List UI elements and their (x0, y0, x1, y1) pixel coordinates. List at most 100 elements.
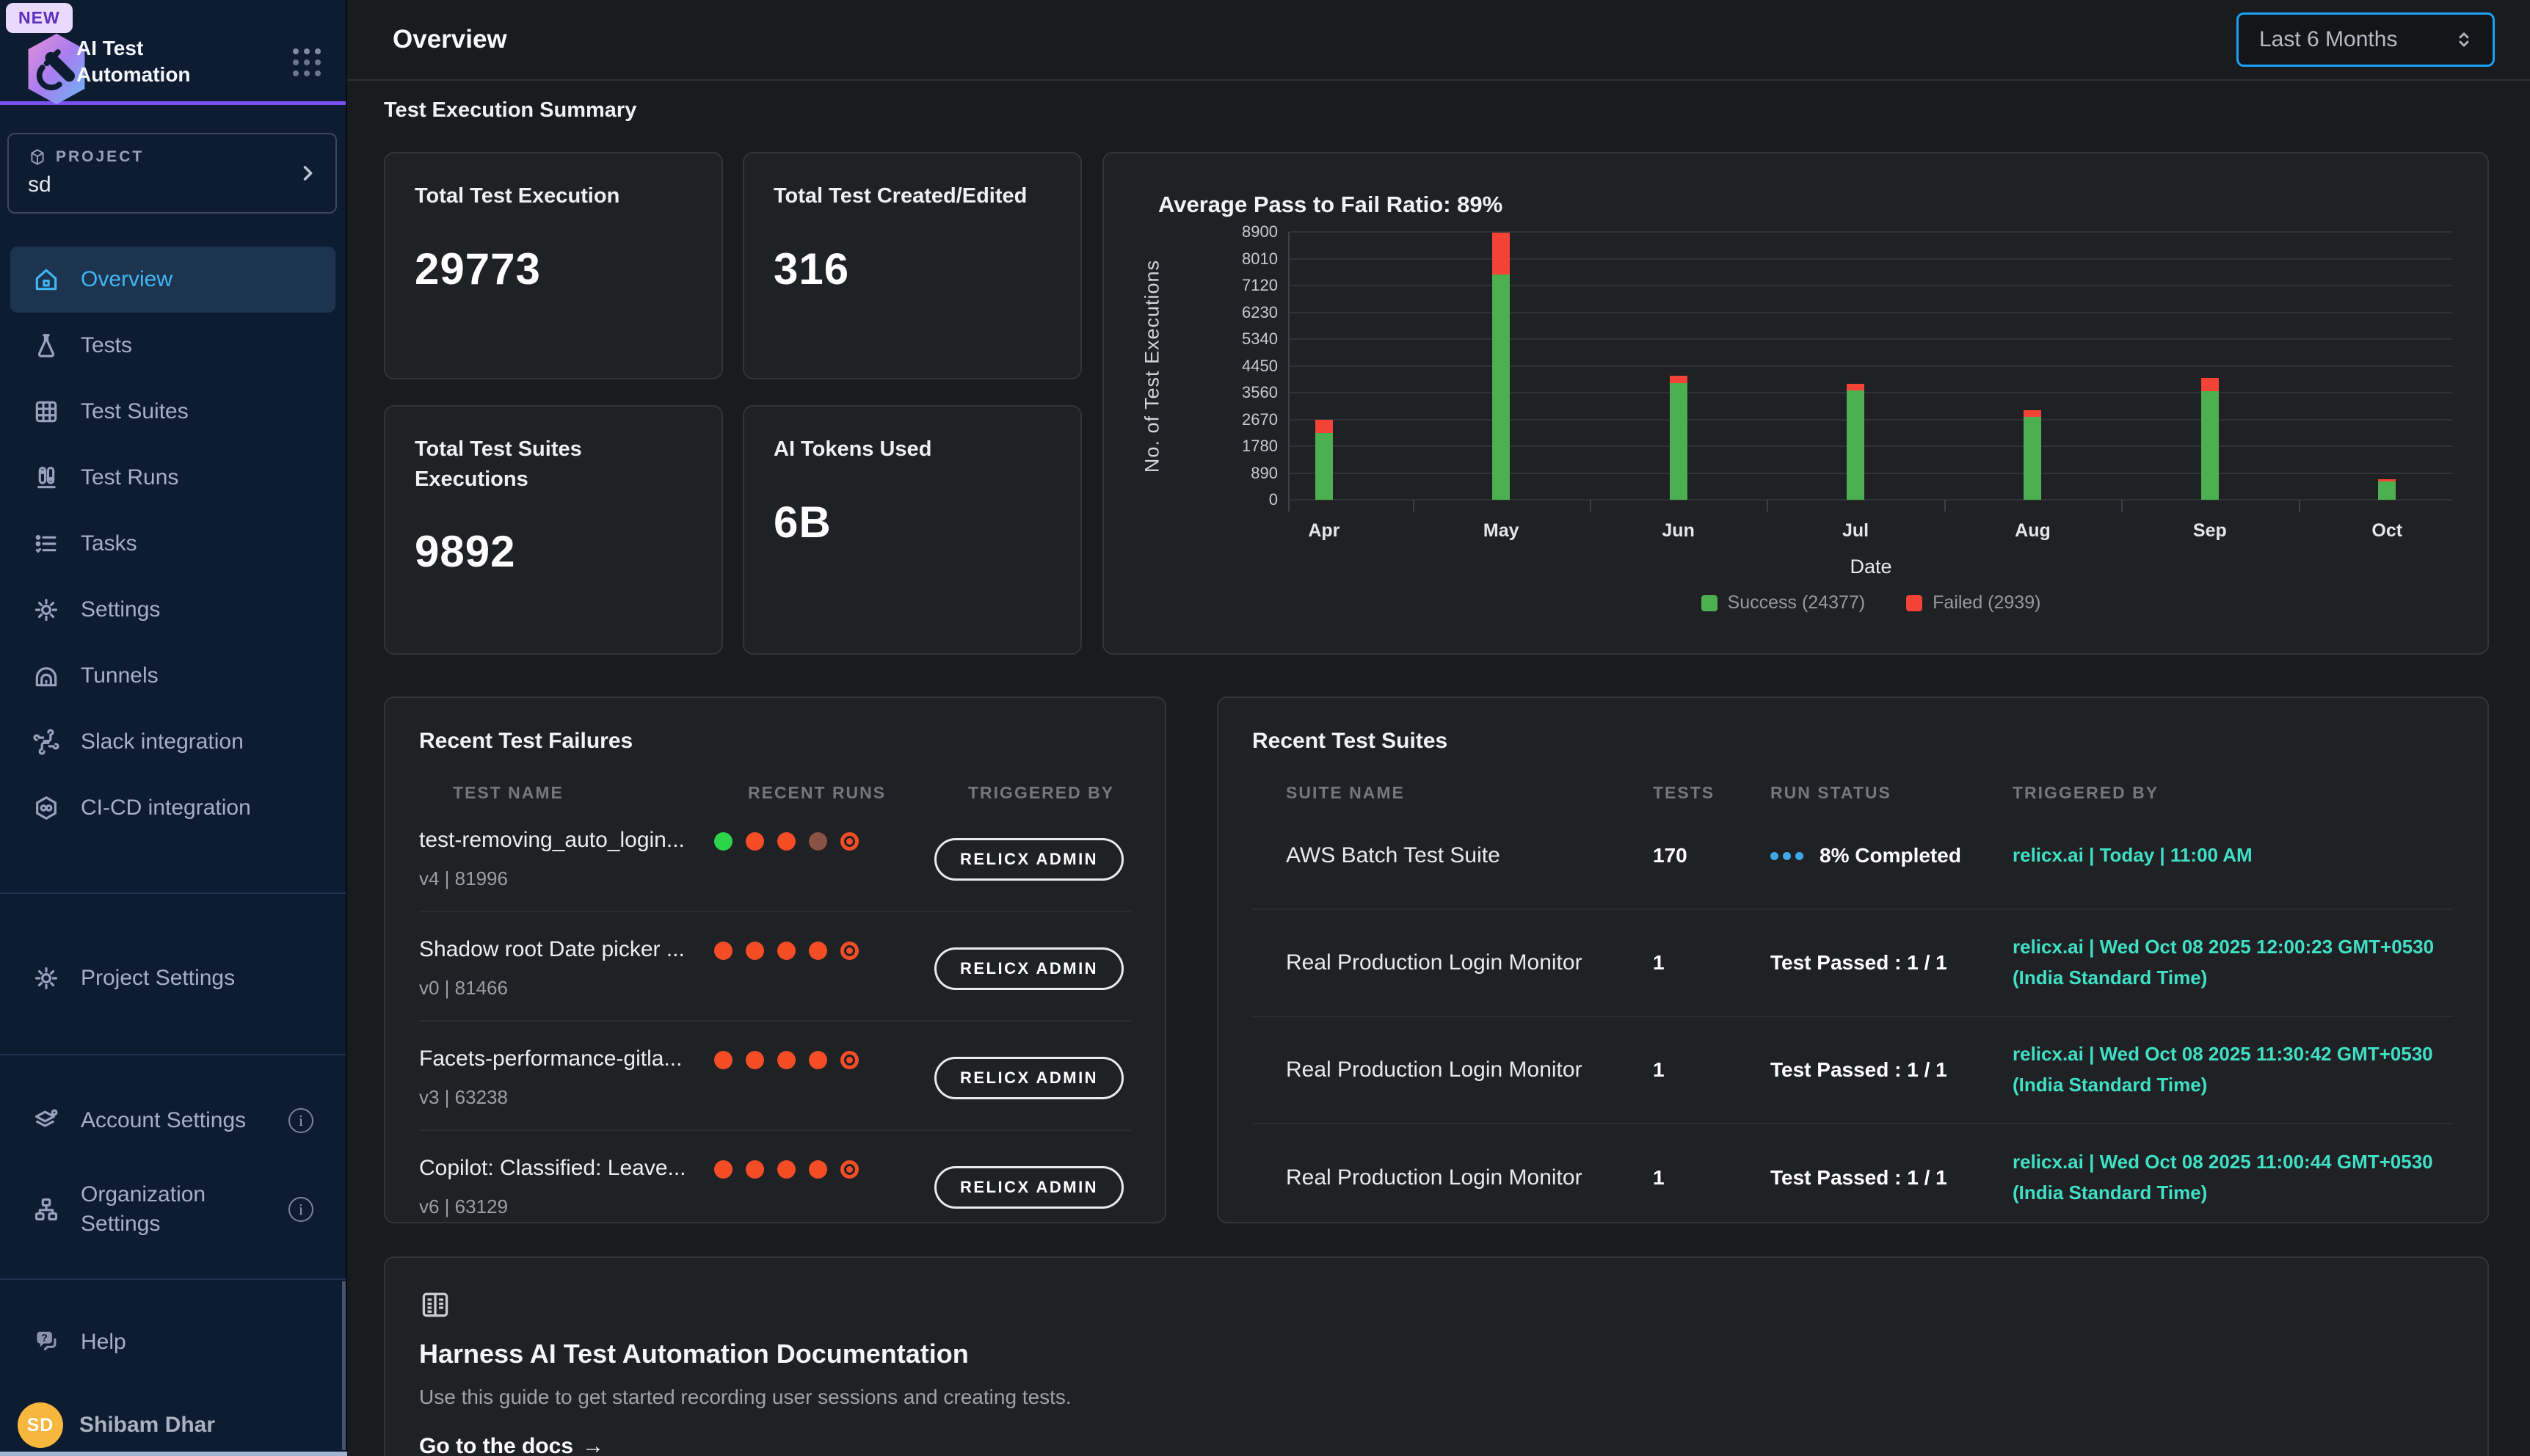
sidebar-item-tasks[interactable]: Tasks (10, 511, 335, 577)
chart-gridline (1290, 365, 2452, 367)
triggered-by-link[interactable]: relicx.ai | Today | 11:00 AM (2013, 840, 2454, 871)
suite-tests: 1 (1653, 1166, 1770, 1190)
panel-title: Recent Test Suites (1252, 729, 2454, 754)
stat-card-total-suite-executions: Total Test Suites Executions 9892 (384, 405, 723, 655)
chart-gridline (1290, 258, 2452, 260)
run-status-dot-failed (777, 832, 796, 851)
y-axis-tick-label: 6230 (1202, 303, 1278, 322)
test-runs-icon (32, 464, 60, 492)
table-row[interactable]: Real Production Login Monitor 1 Test Pas… (1252, 1124, 2454, 1223)
test-name[interactable]: test-removing_auto_login... (419, 828, 714, 853)
table-row[interactable]: Facets-performance-gitla... v3 | 63238 R… (419, 1022, 1131, 1131)
project-selector[interactable]: PROJECT sd (7, 133, 337, 214)
docs-title: Harness AI Test Automation Documentation (419, 1339, 2454, 1369)
sidebar-item-test-runs[interactable]: Test Runs (10, 445, 335, 511)
y-axis-tick-label: 4450 (1202, 357, 1278, 376)
gear-icon (32, 596, 60, 624)
triggered-by-link[interactable]: relicx.ai | Wed Oct 08 2025 12:00:23 GMT… (2013, 932, 2454, 993)
triggered-by-link[interactable]: relicx.ai | Wed Oct 08 2025 11:30:42 GMT… (2013, 1039, 2454, 1100)
x-axis-title: Date (1290, 556, 2452, 578)
sidebar-item-tunnels[interactable]: Tunnels (10, 643, 335, 709)
stat-label: Total Test Created/Edited (774, 181, 1051, 211)
sidebar-item-overview[interactable]: Overview (10, 247, 335, 313)
date-range-value: Last 6 Months (2259, 27, 2397, 52)
layers-gear-icon (32, 1107, 60, 1135)
sidebar-item-slack-integration[interactable]: Slack integration (10, 709, 335, 775)
table-row[interactable]: Real Production Login Monitor 1 Test Pas… (1252, 1017, 2454, 1124)
flask-icon (32, 332, 60, 360)
table-row[interactable]: AWS Batch Test Suite 170 8% Completed re… (1252, 803, 2454, 910)
go-to-docs-link[interactable]: Go to the docs → (419, 1434, 2454, 1456)
org-chart-icon (32, 1195, 60, 1223)
svg-text:?: ? (41, 1332, 48, 1344)
pass-fail-chart-card: Average Pass to Fail Ratio: 89% No. of T… (1102, 152, 2489, 655)
suite-name[interactable]: Real Production Login Monitor (1286, 950, 1653, 975)
table-row[interactable]: test-removing_auto_login... v4 | 81996 R… (419, 803, 1131, 912)
sidebar: NEW AI Test Automation (0, 0, 347, 1456)
table-row[interactable]: Shadow root Date picker ... v0 | 81466 R… (419, 912, 1131, 1022)
sidebar-item-project-settings[interactable]: Project Settings (10, 945, 335, 1011)
run-status-dot-failed (777, 942, 796, 960)
chart-gridline (1290, 499, 2452, 500)
project-name: sd (28, 172, 291, 197)
chart-bar-oct (2378, 479, 2396, 500)
sidebar-item-help[interactable]: ? Help (10, 1309, 335, 1375)
suite-name[interactable]: AWS Batch Test Suite (1286, 843, 1653, 868)
legend-swatch (1906, 595, 1922, 611)
sidebar-header: NEW AI Test Automation (0, 0, 346, 105)
run-status-dot-failed (714, 942, 733, 960)
sidebar-item-tests[interactable]: Tests (10, 313, 335, 379)
app-launcher-icon[interactable] (293, 48, 321, 76)
triggered-by-link[interactable]: relicx.ai | Wed Oct 08 2025 11:00:44 GMT… (2013, 1147, 2454, 1208)
task-list-icon (32, 530, 60, 558)
test-name[interactable]: Copilot: Classified: Leave... (419, 1156, 714, 1181)
bar-success-segment (2201, 391, 2219, 500)
bar-success-segment (1847, 390, 1864, 500)
test-name[interactable]: Facets-performance-gitla... (419, 1046, 714, 1071)
test-name[interactable]: Shadow root Date picker ... (419, 937, 714, 962)
bar-success-segment (1492, 274, 1510, 500)
section-title: Test Execution Summary (384, 98, 2489, 123)
run-status-dot-current (840, 832, 859, 851)
chart-bar-jul (1847, 384, 1864, 500)
bar-success-segment (2024, 417, 2041, 500)
stat-label: Total Test Execution (415, 181, 692, 211)
sidebar-item-settings[interactable]: Settings (10, 577, 335, 643)
page-title: Overview (393, 25, 507, 54)
stat-label: AI Tokens Used (774, 434, 1051, 465)
triggered-by-button[interactable]: RELICX ADMIN (934, 1057, 1124, 1099)
stat-value: 29773 (415, 244, 692, 294)
legend-item: Failed (2939) (1906, 592, 2040, 614)
sidebar-item-test-suites[interactable]: Test Suites (10, 379, 335, 445)
chart-bar-aug (2024, 410, 2041, 500)
table-row[interactable]: Real Production Login Monitor 1 Test Pas… (1252, 910, 2454, 1017)
dashboard: Test Execution Summary Total Test Execut… (347, 81, 2530, 1456)
test-meta: v4 | 81996 (419, 867, 714, 890)
date-range-select[interactable]: Last 6 Months (2236, 12, 2495, 67)
run-status-dot-failed (809, 942, 827, 960)
sidebar-horizontal-scrollbar[interactable] (0, 1452, 347, 1456)
sidebar-item-cicd-integration[interactable]: CI-CD integration (10, 775, 335, 841)
triggered-by-button[interactable]: RELICX ADMIN (934, 1166, 1124, 1209)
sidebar-vertical-scrollbar[interactable] (342, 1281, 346, 1450)
table-row[interactable]: Copilot: Classified: Leave... v6 | 63129… (419, 1131, 1131, 1223)
slack-icon (32, 728, 60, 756)
triggered-by-button[interactable]: RELICX ADMIN (934, 838, 1124, 881)
suite-name[interactable]: Real Production Login Monitor (1286, 1165, 1653, 1190)
suite-name[interactable]: Real Production Login Monitor (1286, 1058, 1653, 1082)
user-menu[interactable]: SD Shibam Dhar (18, 1402, 335, 1449)
app-title: AI Test Automation (76, 35, 260, 88)
run-status-dot-failed (746, 942, 764, 960)
chart-bar-apr (1315, 420, 1333, 500)
sidebar-item-account-settings[interactable]: Account Settings i (10, 1088, 335, 1154)
triggered-by-button[interactable]: RELICX ADMIN (934, 947, 1124, 990)
topbar: Overview Last 6 Months (347, 0, 2530, 81)
suite-tests: 170 (1653, 844, 1770, 867)
stat-value: 6B (774, 497, 1051, 547)
run-status: Test Passed : 1 / 1 (1770, 1166, 2013, 1190)
app-root: NEW AI Test Automation (0, 0, 2530, 1456)
help-chat-icon: ? (32, 1328, 60, 1356)
sidebar-item-organization-settings[interactable]: Organization Settings i (10, 1164, 335, 1255)
info-icon[interactable]: i (288, 1197, 313, 1222)
info-icon[interactable]: i (288, 1108, 313, 1133)
